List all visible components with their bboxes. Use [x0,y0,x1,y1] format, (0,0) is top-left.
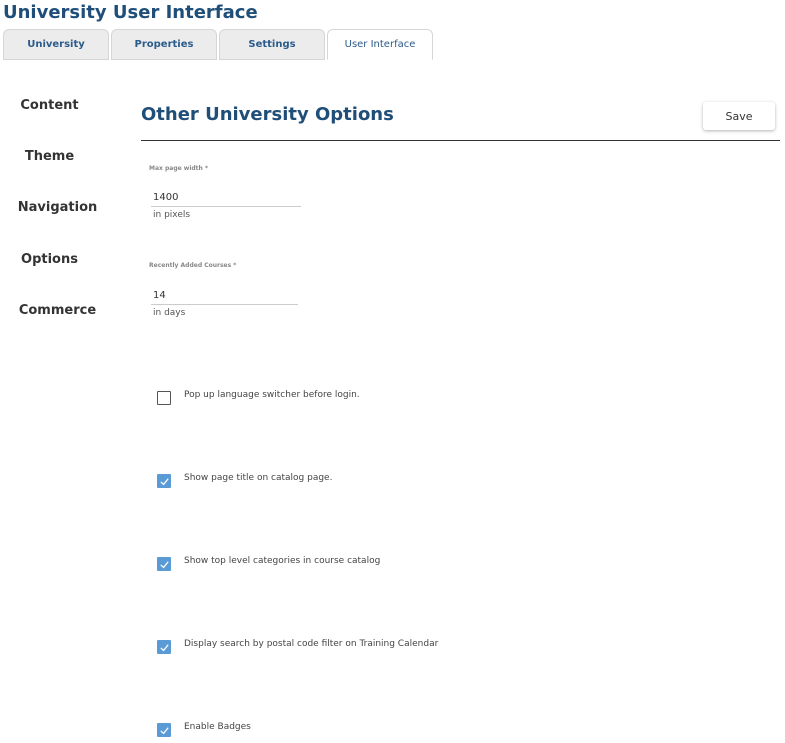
max-page-width-input[interactable] [151,189,301,207]
recently-added-courses-hint: in days [153,308,186,318]
checkbox-row-postal-code-filter: Display search by postal code filter on … [157,638,439,654]
sidebar-item-theme[interactable]: Theme [0,149,107,164]
checkmark-icon [159,643,169,651]
save-button[interactable]: Save [703,102,775,130]
page-title-checkbox[interactable] [157,474,171,488]
checkbox-row-page-title: Show page title on catalog page. [157,472,333,488]
max-page-width-hint: in pixels [153,210,191,220]
enable-badges-checkbox[interactable] [157,723,171,737]
sidebar-item-commerce[interactable]: Commerce [0,303,115,318]
top-level-categories-label: Show top level categories in course cata… [184,555,381,566]
tab-settings[interactable]: Settings [219,29,325,60]
section-title: Other University Options [141,104,394,125]
postal-code-filter-label: Display search by postal code filter on … [184,638,439,649]
sidebar-item-content[interactable]: Content [0,98,107,113]
postal-code-filter-checkbox[interactable] [157,640,171,654]
enable-badges-label: Enable Badges [184,721,251,732]
checkbox-row-language-switcher: Pop up language switcher before login. [157,389,360,405]
language-switcher-checkbox[interactable] [157,391,171,405]
sidebar-item-options[interactable]: Options [0,252,107,267]
page-title-label: Show page title on catalog page. [184,472,333,483]
tab-properties[interactable]: Properties [111,29,217,60]
recently-added-courses-label: Recently Added Courses * [149,262,237,269]
language-switcher-label: Pop up language switcher before login. [184,389,360,400]
checkmark-icon [159,726,169,734]
checkbox-row-top-level-categories: Show top level categories in course cata… [157,555,381,571]
max-page-width-label: Max page width * [149,165,209,172]
divider [141,140,780,141]
checkmark-icon [159,560,169,568]
recently-added-courses-input[interactable] [151,287,298,305]
tab-user-interface[interactable]: User Interface [327,29,433,60]
tab-university[interactable]: University [3,29,109,60]
top-level-categories-checkbox[interactable] [157,557,171,571]
sidebar-item-navigation[interactable]: Navigation [0,200,115,215]
checkmark-icon [159,477,169,485]
page-title: University User Interface [3,2,258,23]
checkbox-row-enable-badges: Enable Badges [157,721,251,737]
